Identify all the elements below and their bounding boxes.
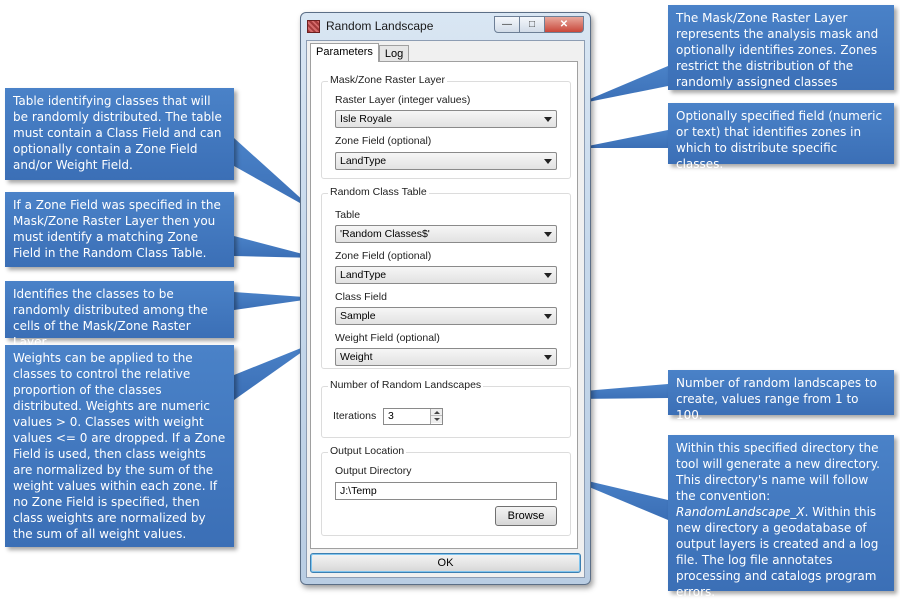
close-button[interactable]: ✕ — [544, 16, 584, 33]
tab-strip: Parameters Log — [310, 43, 410, 62]
table-value: 'Random Classes$' — [340, 228, 430, 240]
callout-zone-match: If a Zone Field was specified in the Mas… — [5, 192, 234, 267]
arrow-down-icon — [433, 418, 440, 421]
weight-field-value: Weight — [340, 351, 373, 363]
callout-weights: Weights can be applied to the classes to… — [5, 345, 234, 547]
random-class-table-group: Random Class Table Table 'Random Classes… — [321, 186, 571, 369]
iterations-spin-buttons — [430, 409, 442, 424]
tab-log[interactable]: Log — [378, 45, 410, 62]
window-controls: — □ ✕ — [494, 16, 584, 33]
mask-zone-field-select[interactable]: LandType — [335, 152, 557, 170]
callout-table: Table identifying classes that will be r… — [5, 88, 234, 180]
callout-output: Within this specified directory the tool… — [668, 435, 894, 599]
weight-field-label: Weight Field (optional) — [335, 332, 440, 344]
output-location-title: Output Location — [328, 445, 407, 457]
window-title: Random Landscape — [326, 19, 434, 33]
tab-parameters[interactable]: Parameters — [310, 43, 379, 62]
chevron-down-icon — [544, 117, 552, 122]
pointer-zone-field — [578, 130, 668, 148]
raster-layer-value: Isle Royale — [340, 113, 392, 125]
pointer-mask — [578, 66, 668, 104]
class-field-label: Class Field — [335, 291, 387, 303]
iterations-label: Iterations — [333, 410, 377, 422]
raster-layer-label: Raster Layer (integer values) — [335, 94, 471, 106]
iterations-value: 3 — [388, 410, 394, 422]
output-location-group: Output Location Output Directory Browse — [321, 445, 571, 536]
mask-zone-field-value: LandType — [340, 155, 387, 167]
callout-classes: Identifies the classes to be randomly di… — [5, 281, 234, 349]
iterations-stepper[interactable]: 3 — [383, 408, 443, 425]
class-field-value: Sample — [340, 310, 376, 322]
app-icon — [307, 20, 320, 33]
decrement-button[interactable] — [431, 416, 442, 423]
raster-layer-select[interactable]: Isle Royale — [335, 110, 557, 128]
chevron-down-icon — [544, 355, 552, 360]
arrow-up-icon — [433, 410, 440, 414]
output-directory-input[interactable] — [335, 482, 557, 500]
output-directory-label: Output Directory — [335, 465, 412, 477]
increment-button[interactable] — [431, 409, 442, 416]
chevron-down-icon — [544, 159, 552, 164]
table-label: Table — [335, 209, 361, 221]
iterations-group-title: Number of Random Landscapes — [328, 379, 484, 391]
browse-button[interactable]: Browse — [495, 506, 557, 526]
mask-zone-group-title: Mask/Zone Raster Layer — [328, 74, 447, 86]
callout-output-text-end: . Within this new directory a geodatabas… — [676, 505, 879, 599]
chevron-down-icon — [544, 314, 552, 319]
class-zone-field-value: LandType — [340, 269, 387, 281]
mask-zone-field-label: Zone Field (optional) — [335, 135, 432, 147]
class-zone-field-label: Zone Field (optional) — [335, 250, 432, 262]
maximize-button[interactable]: □ — [519, 16, 545, 33]
close-icon: ✕ — [559, 19, 569, 30]
chevron-down-icon — [544, 232, 552, 237]
callout-iterations: Number of random landscapes to create, v… — [668, 370, 894, 422]
callout-mask-layer: The Mask/Zone Raster Layer represents th… — [668, 5, 894, 90]
class-field-select[interactable]: Sample — [335, 307, 557, 325]
parameters-panel: Mask/Zone Raster Layer Raster Layer (int… — [310, 61, 578, 549]
minimize-icon: — — [502, 19, 512, 30]
maximize-icon: □ — [528, 19, 536, 30]
callout-zone-field: Optionally specified field (numeric or t… — [668, 103, 894, 171]
random-landscape-window: Random Landscape — □ ✕ Parameters Log Ma… — [300, 12, 591, 585]
weight-field-select[interactable]: Weight — [335, 348, 557, 366]
callout-output-convention: RandomLandscape_X — [676, 505, 805, 519]
dialog-client: Parameters Log Mask/Zone Raster Layer Ra… — [306, 40, 585, 578]
minimize-button[interactable]: — — [494, 16, 520, 33]
random-class-table-title: Random Class Table — [328, 186, 429, 198]
mask-zone-group: Mask/Zone Raster Layer Raster Layer (int… — [321, 74, 571, 179]
ok-button[interactable]: OK — [310, 553, 581, 573]
title-bar[interactable]: Random Landscape — □ ✕ — [301, 13, 590, 39]
table-select[interactable]: 'Random Classes$' — [335, 225, 557, 243]
class-zone-field-select[interactable]: LandType — [335, 266, 557, 284]
callout-output-text: Within this specified directory the tool… — [676, 441, 880, 503]
iterations-group: Number of Random Landscapes Iterations 3 — [321, 379, 571, 438]
chevron-down-icon — [544, 273, 552, 278]
